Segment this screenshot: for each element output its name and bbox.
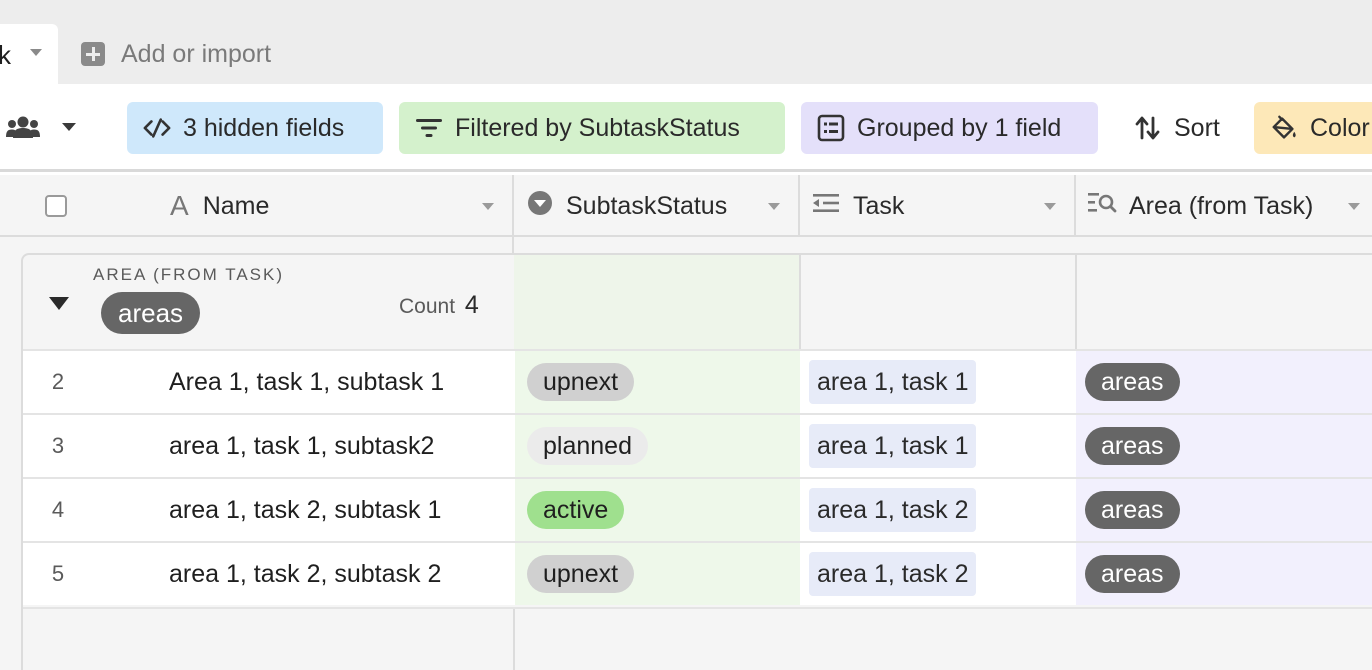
select-all-checkbox[interactable] xyxy=(45,195,67,217)
linked-task-chip[interactable]: area 1, task 1 xyxy=(809,360,977,404)
linked-task-chip[interactable]: area 1, task 1 xyxy=(809,424,977,468)
group-list-icon xyxy=(817,114,845,142)
row-number: 4 xyxy=(23,479,93,541)
status-cell[interactable]: active xyxy=(515,479,800,541)
column-header-name-label: Name xyxy=(202,191,270,220)
tab-chevron-down-icon[interactable] xyxy=(30,49,42,56)
area-pill: areas xyxy=(1085,555,1180,593)
status-pill: active xyxy=(527,491,625,529)
column-divider xyxy=(798,175,800,237)
status-pill: planned xyxy=(527,427,648,465)
plus-square-icon xyxy=(81,42,105,66)
record-group: AREA (FROM TASK) areas Count 4 2 Area 1,… xyxy=(21,253,1372,670)
sort-button[interactable]: Sort xyxy=(1118,102,1248,154)
status-pill: upnext xyxy=(527,363,635,401)
column-header-status[interactable]: SubtaskStatus xyxy=(527,175,797,237)
linked-record-icon xyxy=(812,192,840,221)
task-cell[interactable]: area 1, task 1 xyxy=(800,351,1076,413)
group-count-value: 4 xyxy=(464,291,479,319)
eye-slash-icon xyxy=(143,114,171,142)
column-header-area-label: Area (from Task) xyxy=(1129,191,1314,220)
table-tab-bar: k Add or import xyxy=(0,0,1372,84)
group-field-label: AREA (FROM TASK) xyxy=(93,265,285,284)
column-header-name[interactable]: A Name xyxy=(170,175,500,237)
column-header-status-label: SubtaskStatus xyxy=(566,191,728,220)
name-cell[interactable]: area 1, task 1, subtask2 xyxy=(93,415,515,477)
text-field-icon: A xyxy=(170,190,189,221)
collaborative-view-button[interactable] xyxy=(6,114,76,140)
filter-button[interactable]: Filtered by SubtaskStatus xyxy=(399,102,785,154)
chevron-down-icon[interactable] xyxy=(1044,203,1056,210)
row-number: 3 xyxy=(23,415,93,477)
table-row[interactable]: 4 area 1, task 2, subtask 1 active area … xyxy=(23,477,1372,541)
group-header[interactable]: AREA (FROM TASK) areas Count 4 xyxy=(23,255,1372,351)
column-header-task-label: Task xyxy=(853,191,905,220)
area-pill: areas xyxy=(1085,491,1180,529)
task-cell[interactable]: area 1, task 2 xyxy=(800,543,1076,605)
filter-label: Filtered by SubtaskStatus xyxy=(455,113,740,142)
area-cell[interactable]: areas xyxy=(1076,415,1372,477)
linked-task-chip[interactable]: area 1, task 2 xyxy=(809,552,977,596)
people-icon xyxy=(6,116,40,138)
status-pill: upnext xyxy=(527,555,635,593)
add-or-import-label: Add or import xyxy=(121,39,272,68)
group-header-divider xyxy=(799,255,801,351)
area-cell[interactable]: areas xyxy=(1076,351,1372,413)
single-select-icon xyxy=(527,190,553,223)
status-cell[interactable]: upnext xyxy=(515,351,800,413)
color-button[interactable]: Color xyxy=(1254,102,1372,154)
grid-view: A Name SubtaskStatus Task Area (from Tas… xyxy=(0,175,1372,670)
row-number: 5 xyxy=(23,543,93,605)
group-value-pill: areas xyxy=(101,292,201,334)
column-divider xyxy=(513,609,515,670)
sort-arrows-icon xyxy=(1134,114,1162,142)
color-label: Color xyxy=(1310,113,1370,142)
column-divider xyxy=(1074,175,1076,237)
area-cell[interactable]: areas xyxy=(1076,479,1372,541)
area-pill: areas xyxy=(1085,363,1180,401)
collapse-group-caret-icon[interactable] xyxy=(49,297,69,310)
name-cell[interactable]: area 1, task 2, subtask 1 xyxy=(93,479,515,541)
name-cell[interactable]: area 1, task 2, subtask 2 xyxy=(93,543,515,605)
task-cell[interactable]: area 1, task 1 xyxy=(800,415,1076,477)
view-toolbar: 3 hidden fields Filtered by SubtaskStatu… xyxy=(0,84,1372,172)
chevron-down-icon[interactable] xyxy=(768,203,780,210)
chevron-down-icon[interactable] xyxy=(62,123,76,131)
paint-bucket-icon xyxy=(1270,114,1298,142)
status-cell[interactable]: upnext xyxy=(515,543,800,605)
tab-label: k xyxy=(0,40,11,70)
chevron-down-icon[interactable] xyxy=(482,203,494,210)
status-cell[interactable]: planned xyxy=(515,415,800,477)
tab-active-table[interactable]: k xyxy=(0,24,58,84)
table-row[interactable]: 2 Area 1, task 1, subtask 1 upnext area … xyxy=(23,349,1372,413)
name-cell[interactable]: Area 1, task 1, subtask 1 xyxy=(93,351,515,413)
chevron-down-icon[interactable] xyxy=(1348,203,1360,210)
column-header-area[interactable]: Area (from Task) xyxy=(1087,175,1372,237)
filter-icon xyxy=(415,114,443,142)
group-count: Count 4 xyxy=(399,291,479,320)
task-cell[interactable]: area 1, task 2 xyxy=(800,479,1076,541)
group-header-status-area xyxy=(514,255,799,351)
group-button[interactable]: Grouped by 1 field xyxy=(801,102,1098,154)
hidden-fields-label: 3 hidden fields xyxy=(183,113,345,142)
area-pill: areas xyxy=(1085,427,1180,465)
linked-task-chip[interactable]: area 1, task 2 xyxy=(809,488,977,532)
add-or-import-button[interactable]: Add or import xyxy=(81,38,271,70)
area-cell[interactable]: areas xyxy=(1076,543,1372,605)
group-count-label: Count xyxy=(399,295,456,318)
group-header-divider xyxy=(1075,255,1077,351)
column-header-row: A Name SubtaskStatus Task Area (from Tas… xyxy=(0,175,1372,670)
group-label: Grouped by 1 field xyxy=(857,113,1062,142)
hidden-fields-button[interactable]: 3 hidden fields xyxy=(127,102,383,154)
sort-label: Sort xyxy=(1174,113,1220,142)
lookup-icon xyxy=(1087,191,1117,222)
table-row[interactable]: 3 area 1, task 1, subtask2 planned area … xyxy=(23,413,1372,477)
table-row[interactable]: 5 area 1, task 2, subtask 2 upnext area … xyxy=(23,541,1372,605)
column-header-task[interactable]: Task xyxy=(812,175,1072,237)
row-number: 2 xyxy=(23,351,93,413)
add-record-area[interactable] xyxy=(23,607,1372,670)
